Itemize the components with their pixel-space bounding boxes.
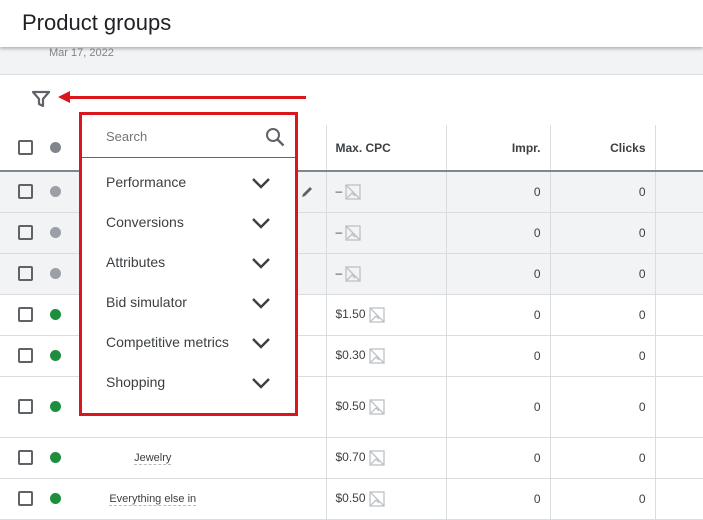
status-dot-icon <box>50 268 61 279</box>
dropdown-item-label: Performance <box>106 174 187 190</box>
search-icon <box>266 128 285 147</box>
search-field[interactable] <box>82 115 295 158</box>
status-dot-icon <box>50 186 61 198</box>
dropdown-item-conversions[interactable]: Conversions <box>82 203 295 243</box>
product-group-link[interactable]: Everything else in <box>109 493 197 506</box>
clicks-header[interactable]: Clicks <box>549 125 656 172</box>
filter-icon[interactable] <box>31 90 51 113</box>
edit-icon[interactable] <box>300 185 314 199</box>
row-checkbox[interactable] <box>18 307 33 322</box>
dropdown-item-label: Shopping <box>106 374 166 390</box>
dropdown-item-performance[interactable]: Performance <box>82 163 295 203</box>
impr-value: 0 <box>445 294 550 336</box>
page-header: Product groups <box>0 0 703 47</box>
image-placeholder-icon <box>368 398 385 415</box>
row-checkbox[interactable] <box>18 266 33 281</box>
column-filter-dropdown: Performance Conversions Attributes Bid simu… <box>79 112 298 416</box>
clicks-value: 0 <box>549 437 656 479</box>
chevron-down-icon <box>252 338 270 349</box>
clicks-value: 0 <box>549 253 656 295</box>
row-checkbox[interactable] <box>18 348 33 363</box>
image-placeholder-icon <box>345 224 361 241</box>
clicks-value: 0 <box>549 478 656 520</box>
row-checkbox[interactable] <box>18 491 33 506</box>
clicks-value: 0 <box>549 171 656 213</box>
dropdown-item-shopping[interactable]: Shopping <box>82 363 295 403</box>
impr-header[interactable]: Impr. <box>445 125 550 172</box>
dropdown-item-bid-simulator[interactable]: Bid simulator <box>82 283 295 323</box>
image-placeholder-icon <box>345 265 361 282</box>
impr-value: 0 <box>445 478 550 520</box>
dropdown-item-label: Competitive metrics <box>106 334 229 350</box>
status-dot-icon <box>50 309 61 320</box>
chevron-down-icon <box>252 298 270 309</box>
max-cpc-value[interactable]: $0.70 <box>336 450 366 464</box>
clicks-value: 0 <box>549 376 656 438</box>
dropdown-item-label: Conversions <box>106 214 184 230</box>
row-checkbox[interactable] <box>18 225 33 240</box>
max-cpc-value[interactable]: $0.50 <box>336 399 366 413</box>
impr-value: 0 <box>445 376 550 438</box>
image-placeholder-icon <box>345 184 361 200</box>
image-placeholder-icon <box>368 490 385 507</box>
image-placeholder-icon <box>368 449 385 466</box>
impr-value: 0 <box>445 212 550 254</box>
page-title: Product groups <box>22 10 172 35</box>
select-all-checkbox[interactable] <box>18 140 33 155</box>
image-placeholder-icon <box>368 347 385 364</box>
dropdown-item-competitive-metrics[interactable]: Competitive metrics <box>82 323 295 363</box>
image-placeholder-icon <box>368 306 385 323</box>
max-cpc-value[interactable]: – <box>336 225 343 239</box>
max-cpc-value[interactable]: – <box>336 266 343 280</box>
date-band: Mar 17, 2022 <box>0 47 703 75</box>
status-dot-icon <box>50 401 61 412</box>
clicks-value: 0 <box>549 294 656 336</box>
status-dot-icon <box>50 452 61 463</box>
chevron-down-icon <box>252 178 270 189</box>
search-input[interactable] <box>106 129 256 144</box>
annotation-arrow <box>58 91 306 103</box>
max-cpc-value[interactable]: – <box>336 184 343 198</box>
max-cpc-value[interactable]: $0.50 <box>336 491 366 505</box>
chevron-down-icon <box>252 258 270 269</box>
row-checkbox[interactable] <box>18 184 33 200</box>
impr-value: 0 <box>445 253 550 295</box>
row-checkbox[interactable] <box>18 450 33 465</box>
impr-value: 0 <box>445 171 550 213</box>
dropdown-item-attributes[interactable]: Attributes <box>82 243 295 283</box>
status-dot-icon <box>50 227 61 238</box>
status-dot-icon <box>50 493 61 504</box>
table-row: Everything else in $0.50 0 0 <box>0 478 703 520</box>
clicks-value: 0 <box>549 335 656 377</box>
date-label: Mar 17, 2022 <box>49 47 114 59</box>
max-cpc-value[interactable]: $1.50 <box>336 307 366 321</box>
product-group-link[interactable]: Jewelry <box>134 452 172 465</box>
status-dot-icon <box>50 350 61 361</box>
chevron-down-icon <box>252 378 270 389</box>
impr-value: 0 <box>445 437 550 479</box>
max-cpc-header[interactable]: Max. CPC <box>325 125 446 172</box>
table-row: Jewelry $0.70 0 0 <box>0 437 703 479</box>
dropdown-item-label: Attributes <box>106 254 166 270</box>
status-icon <box>50 142 61 153</box>
chevron-down-icon <box>252 218 270 229</box>
dropdown-item-label: Bid simulator <box>106 294 187 310</box>
impr-value: 0 <box>445 335 550 377</box>
max-cpc-value[interactable]: $0.30 <box>336 348 366 362</box>
clicks-value: 0 <box>549 212 656 254</box>
row-checkbox[interactable] <box>18 399 33 414</box>
